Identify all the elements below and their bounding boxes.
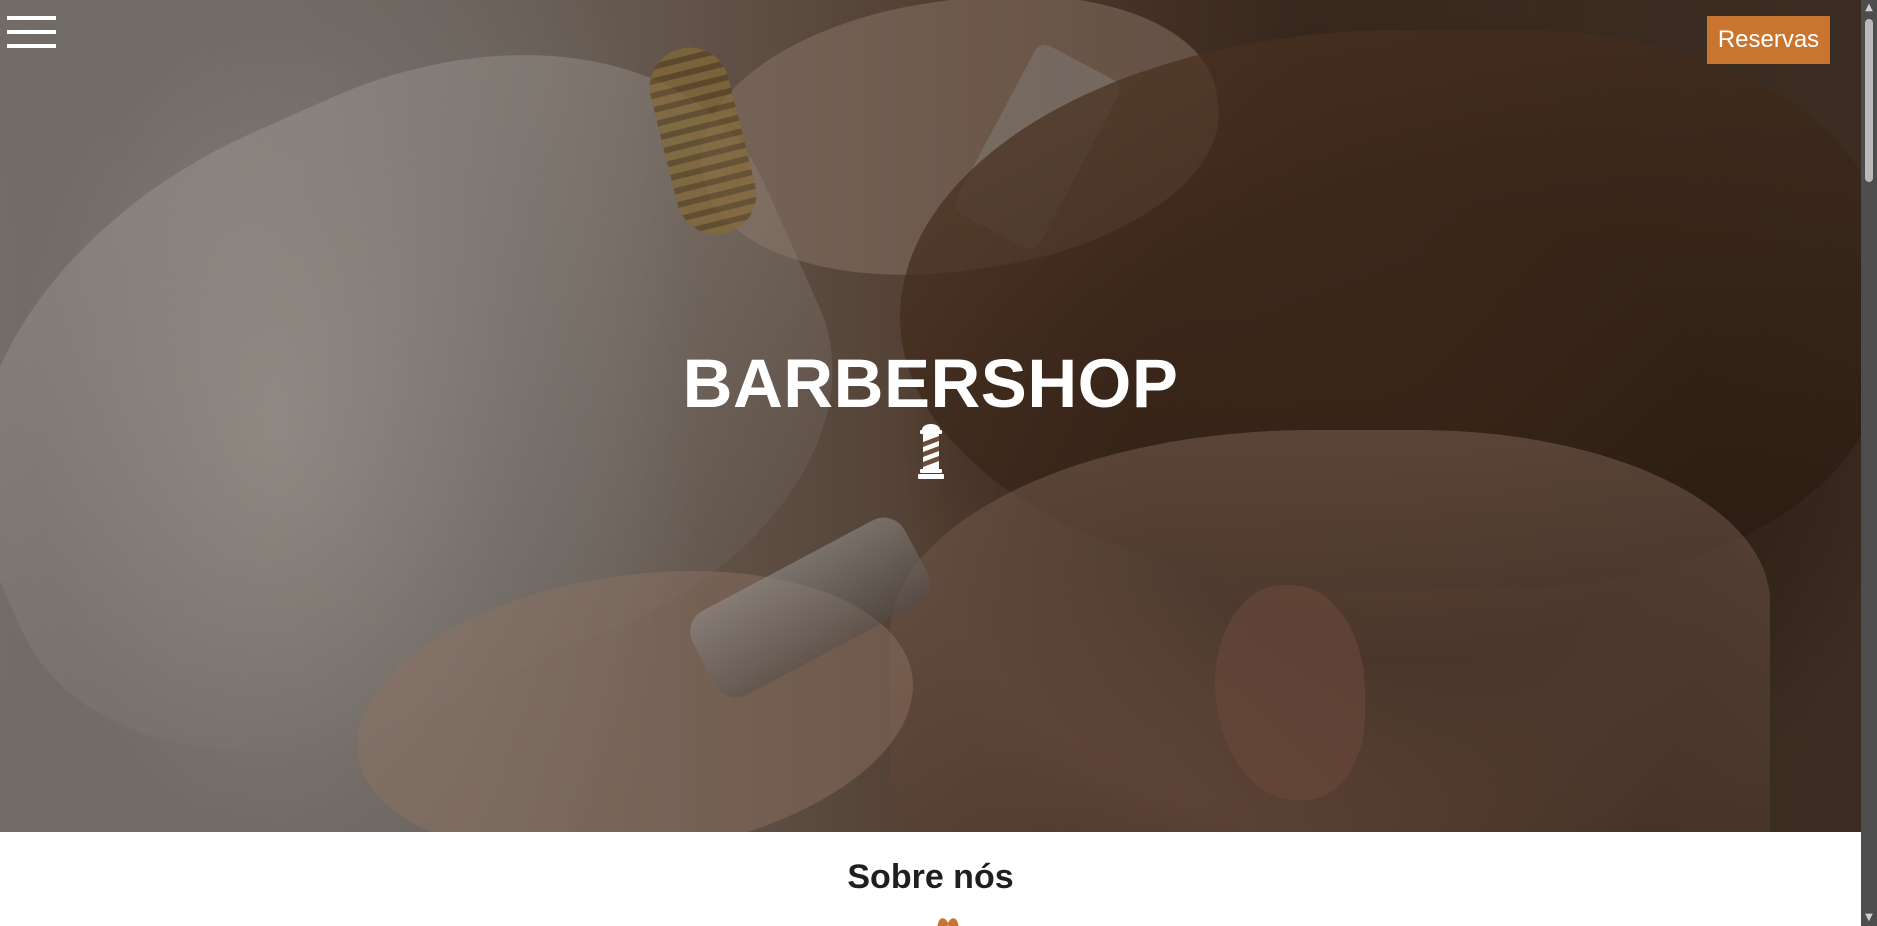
- about-section: Sobre nós: [0, 832, 1861, 926]
- barber-pole-icon: [918, 424, 944, 479]
- mustache-icon: [930, 918, 966, 926]
- vertical-scrollbar[interactable]: ▲ ▼: [1861, 0, 1877, 926]
- scrollbar-thumb[interactable]: [1865, 19, 1873, 182]
- barbershop-page: Reservas BARBERSHOP Sobre nós ▲ ▼: [0, 0, 1877, 926]
- reservations-button[interactable]: Reservas: [1707, 16, 1830, 64]
- scroll-up-arrow-icon[interactable]: ▲: [1864, 2, 1874, 14]
- hamburger-menu-icon-middle-line: [7, 30, 56, 34]
- hero-section: Reservas BARBERSHOP: [0, 0, 1861, 832]
- hero-title: BARBERSHOP: [682, 345, 1179, 422]
- about-title: Sobre nós: [847, 858, 1014, 896]
- hamburger-menu-icon: [7, 16, 56, 20]
- menu-button[interactable]: [7, 14, 56, 50]
- hamburger-menu-icon-bottom-line: [7, 44, 56, 48]
- scroll-down-arrow-icon[interactable]: ▼: [1864, 912, 1874, 924]
